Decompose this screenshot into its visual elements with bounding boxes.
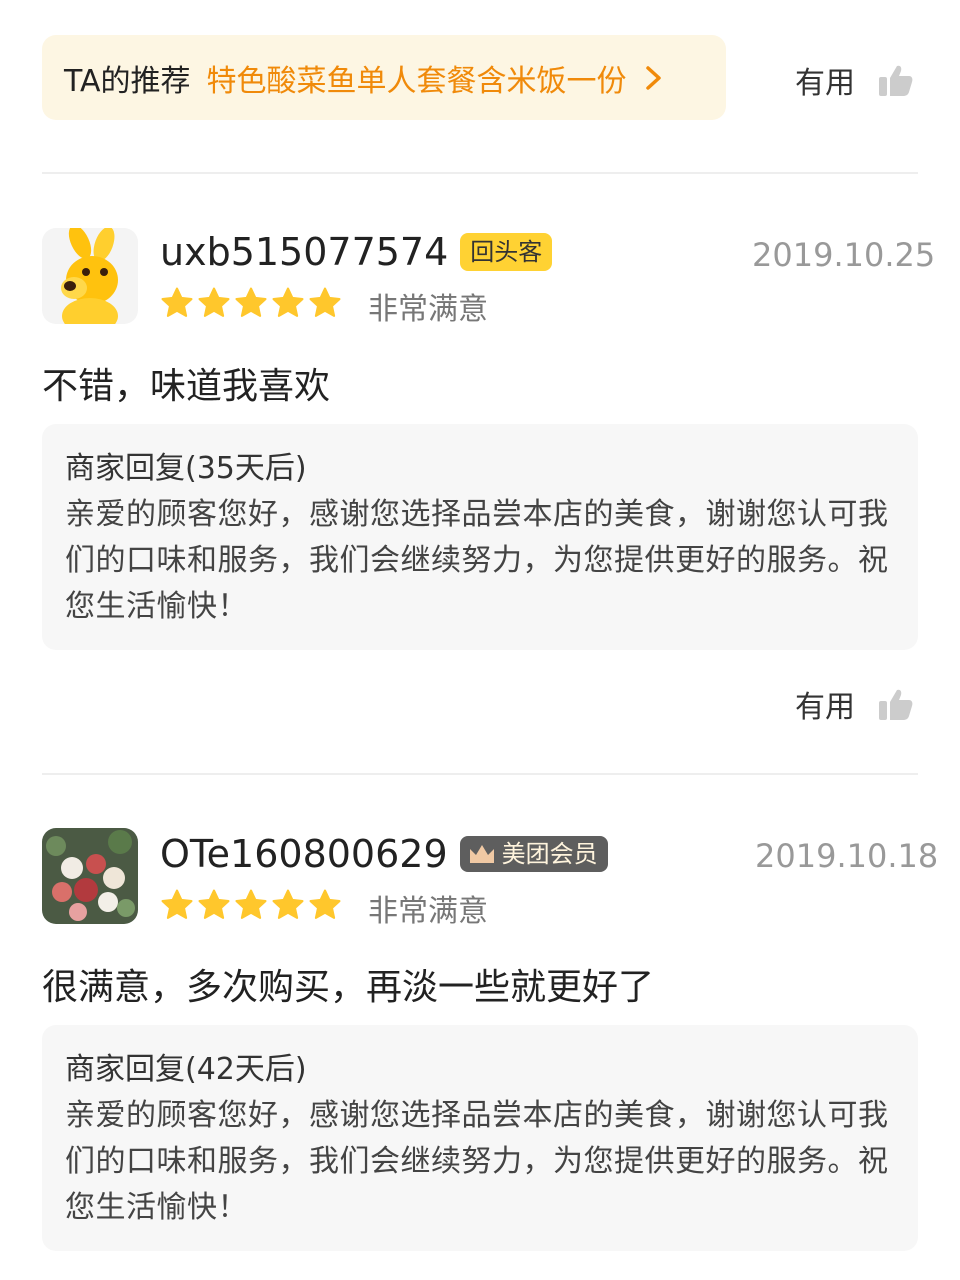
- review-comment: 不错，味道我喜欢: [42, 366, 331, 407]
- review-date: 2019.10.25: [752, 236, 936, 274]
- crown-icon: [469, 845, 494, 863]
- star-icon: [161, 287, 193, 317]
- star-icon: [309, 287, 341, 317]
- reply-text: 亲爱的顾客您好，感谢您选择品尝本店的美食，谢谢您认可我们的口味和服务，我们会继续…: [65, 1098, 889, 1225]
- reply-title: 商家回复(42天后): [65, 1052, 307, 1087]
- returning-customer-badge: 回头客: [460, 233, 553, 271]
- star-icon: [235, 287, 267, 317]
- thumbs-up-icon: [879, 65, 913, 96]
- reply-title: 商家回复(35天后): [65, 451, 307, 486]
- username[interactable]: OTe160800629: [160, 832, 448, 876]
- recommended-dish: 特色酸菜鱼单人套餐含米饭一份: [206, 63, 627, 99]
- useful-button[interactable]: 有用: [795, 682, 913, 726]
- recommendation-prefix: TA的推荐: [64, 63, 191, 99]
- star-icon: [161, 889, 193, 919]
- reply-text: 亲爱的顾客您好，感谢您选择品尝本店的美食，谢谢您认可我们的口味和服务，我们会继续…: [65, 497, 889, 624]
- kangaroo-avatar-icon: [42, 228, 138, 324]
- merchant-reply: 商家回复(42天后) 亲爱的顾客您好，感谢您选择品尝本店的美食，谢谢您认可我们的…: [42, 1025, 918, 1251]
- avatar[interactable]: [42, 228, 138, 324]
- chevron-right-icon: [645, 65, 661, 90]
- review-date: 2019.10.18: [755, 837, 939, 875]
- merchant-reply: 商家回复(35天后) 亲爱的顾客您好，感谢您选择品尝本店的美食，谢谢您认可我们的…: [42, 424, 918, 650]
- star-icon: [272, 889, 304, 919]
- member-badge: 美团会员: [459, 836, 608, 872]
- star-icon: [198, 889, 230, 919]
- rating-text: 非常满意: [368, 894, 488, 929]
- member-badge-label: 美团会员: [501, 840, 598, 868]
- star-icon: [235, 889, 267, 919]
- rating-text: 非常满意: [368, 292, 488, 327]
- divider: [42, 172, 918, 174]
- review-comment: 很满意，多次购买，再淡一些就更好了: [42, 967, 655, 1008]
- useful-label: 有用: [795, 66, 855, 101]
- thumbs-up-icon: [879, 689, 913, 720]
- star-rating: [160, 286, 345, 320]
- star-rating: [160, 888, 345, 922]
- star-icon: [272, 287, 304, 317]
- star-icon: [309, 889, 341, 919]
- useful-button[interactable]: 有用: [795, 58, 913, 102]
- username[interactable]: uxb515077574: [160, 230, 448, 274]
- flower-bouquet-avatar-icon: [42, 828, 138, 924]
- avatar[interactable]: [42, 828, 138, 924]
- recommendation-link[interactable]: TA的推荐 特色酸菜鱼单人套餐含米饭一份: [42, 35, 726, 120]
- useful-label: 有用: [795, 690, 855, 725]
- divider: [42, 773, 918, 775]
- star-icon: [198, 287, 230, 317]
